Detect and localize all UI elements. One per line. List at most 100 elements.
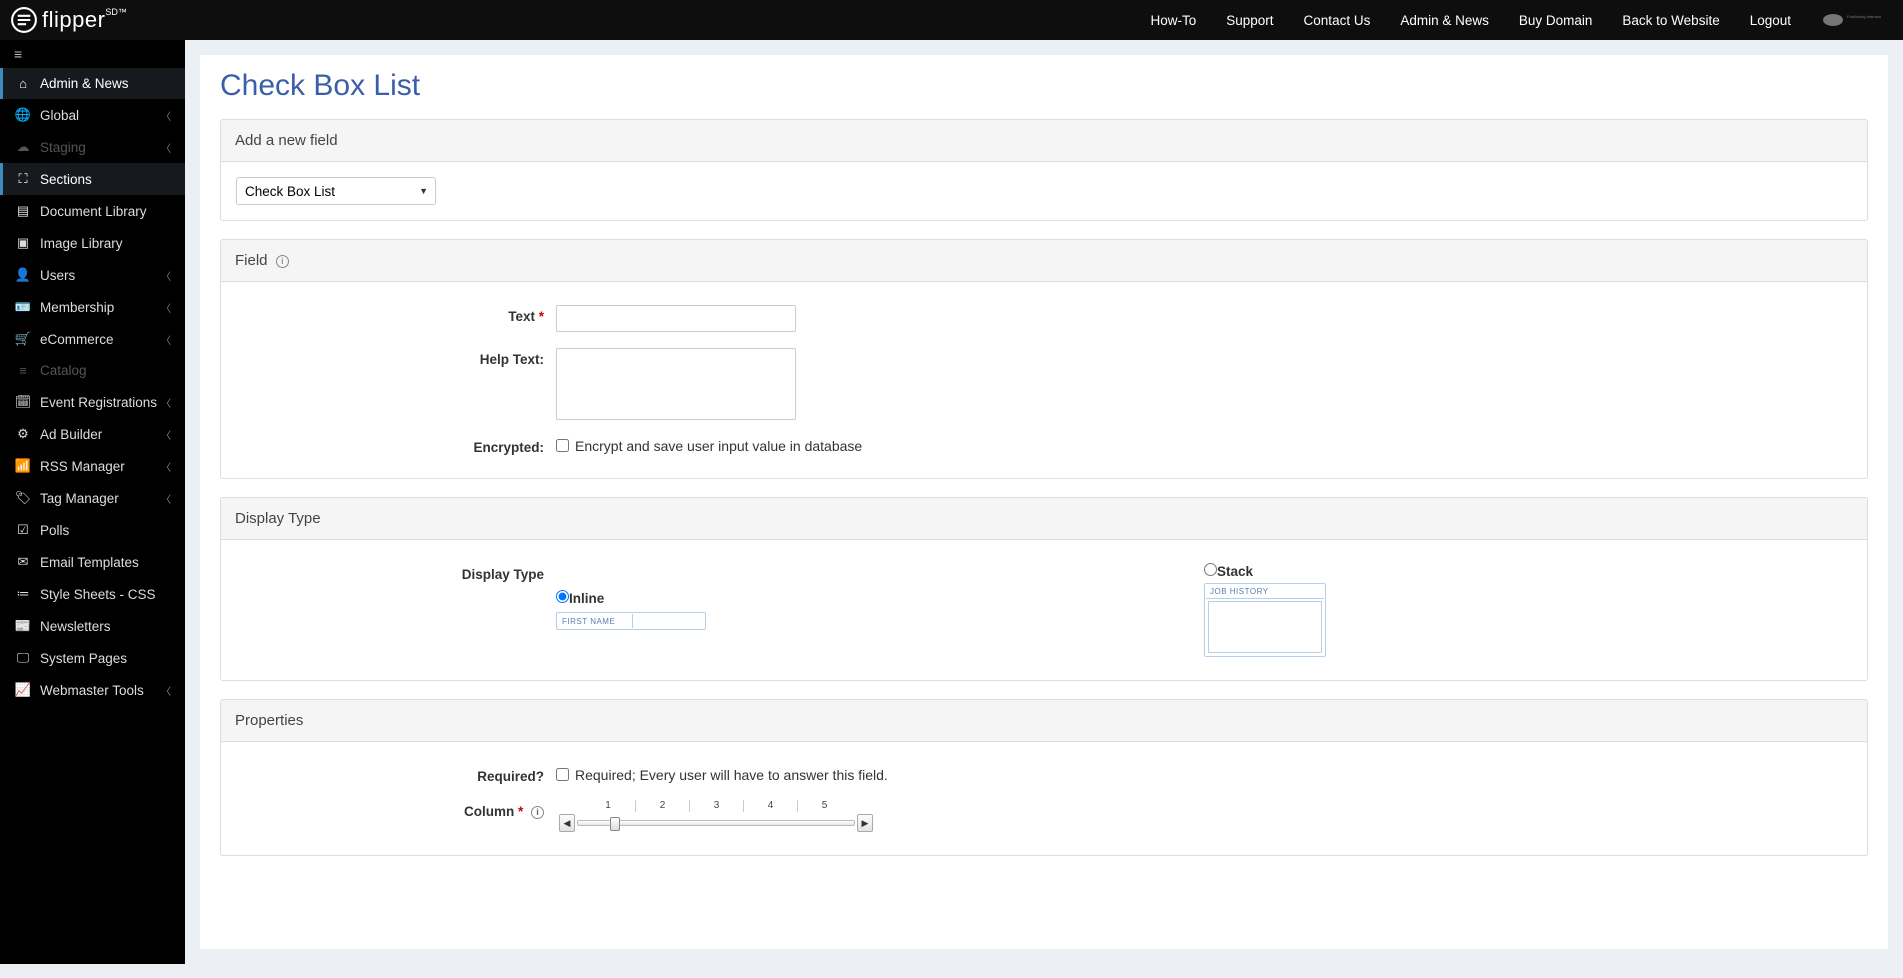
display-stack-radio[interactable] [1204,563,1217,576]
sidebar-item-label: Image Library [40,236,123,251]
chevron-left-icon: 〈 [161,683,171,698]
sidebar-item-image-library[interactable]: ▣ Image Library [0,227,185,259]
chevron-left-icon: 〈 [161,108,171,123]
sidebar-item-label: Webmaster Tools [40,683,144,698]
display-inline-option[interactable]: Inline [556,590,604,606]
sidebar-item-document-library[interactable]: ▤Document Library [0,195,185,227]
tag-icon: 🏷 [14,490,32,506]
sidebar-item-admin-news[interactable]: ⌂ Admin & News [0,68,185,99]
rss-icon: 📶 [14,458,32,474]
nav-back-to-website[interactable]: Back to Website [1622,13,1719,28]
encrypted-checkbox[interactable] [556,439,569,452]
sidebar-item-staging: ☁Staging〈 [0,131,185,163]
inline-preview-box [632,614,704,628]
slider-track[interactable] [577,820,855,826]
slider-left-button[interactable]: ◀ [559,814,575,832]
slider-right-button[interactable]: ▶ [857,814,873,832]
sidebar: ≡ ⌂Admin & News🌐Global〈☁Staging〈⛶Section… [0,40,185,964]
add-field-panel-head: Add a new field [221,120,1867,162]
column-slider: 1 2 3 4 5 ◀ ▶ [556,800,876,832]
chevron-left-icon: 〈 [161,395,171,410]
sidebar-item-event-registrations[interactable]: 🗓Event Registrations〈 [0,386,185,418]
sidebar-item-label: Style Sheets - CSS [40,587,156,602]
slider-handle[interactable] [610,817,620,831]
sidebar-item-membership[interactable]: 🪪Membership〈 [0,291,185,323]
sidebar-item-polls[interactable]: ☑ Polls [0,514,185,546]
sidebar-item-tag-manager[interactable]: 🏷Tag Manager〈 [0,482,185,514]
user-icon: 👤 [14,267,32,283]
sidebar-item-system-pages[interactable]: 🖵System Pages [0,642,185,674]
field-panel-head: Field i [221,240,1867,282]
brand-sup: SD™ [105,7,127,17]
sidebar-item-ad-builder[interactable]: ⚙Ad Builder〈 [0,418,185,450]
home-icon: ⌂ [14,76,32,91]
check-icon: ☑ [14,522,32,538]
properties-panel: Properties Required? Required; Every use… [220,699,1868,856]
sidebar-toggle[interactable]: ≡ [0,40,185,68]
top-nav-links: How-To Support Contact Us Admin & News B… [1150,10,1893,30]
nav-admin-news[interactable]: Admin & News [1400,13,1489,28]
sidebar-item-users[interactable]: 👤Users〈 [0,259,185,291]
sidebar-item-sections[interactable]: ⛶ Sections [0,163,185,195]
inline-preview: FIRST NAME [556,612,706,630]
sidebar-item-label: eCommerce [40,332,114,347]
sidebar-item-label: Global [40,108,79,123]
top-navbar: flipper SD™ How-To Support Contact Us Ad… [0,0,1903,40]
sidebar-item-label: Polls [40,523,69,538]
sidebar-item-webmaster-tools[interactable]: 📈Webmaster Tools〈 [0,674,185,706]
sidebar-item-label: Users [40,268,75,283]
sidebar-item-label: System Pages [40,651,127,666]
nav-contact[interactable]: Contact Us [1304,13,1371,28]
nav-support[interactable]: Support [1226,13,1273,28]
brand-icon [10,6,38,34]
sidebar-item-global[interactable]: 🌐 Global 〈 [0,99,185,131]
sidebar-item-label: Admin & News [40,76,129,91]
encrypted-text: Encrypt and save user input value in dat… [575,438,862,454]
nav-logout[interactable]: Logout [1750,13,1791,28]
nav-buy-domain[interactable]: Buy Domain [1519,13,1593,28]
display-stack-option[interactable]: Stack [1204,563,1253,579]
image-icon: ▣ [14,235,32,251]
help-text-input[interactable] [556,348,796,420]
list-icon: ≡ [14,363,32,378]
encrypted-label: Encrypted: [236,436,556,455]
stack-preview-label: JOB HISTORY [1206,585,1324,599]
chevron-left-icon: 〈 [161,140,171,155]
brand[interactable]: flipper SD™ [10,6,127,34]
sidebar-item-label: Sections [40,172,92,187]
display-inline-radio[interactable] [556,590,569,603]
required-text: Required; Every user will have to answer… [575,767,888,783]
sidebar-item-label: RSS Manager [40,459,125,474]
news-icon: 📰 [14,618,32,634]
sidebar-item-label: Newsletters [40,619,111,634]
help-text-label: Help Text: [236,348,556,420]
main-content: Check Box List Add a new field Check Box… [200,55,1888,949]
slider-ticks: 1 2 3 4 5 [581,800,851,814]
chevron-left-icon: 〈 [161,427,171,442]
chevron-left-icon: 〈 [161,459,171,474]
inline-preview-label: FIRST NAME [558,615,632,628]
sidebar-item-email-templates[interactable]: ✉Email Templates [0,546,185,578]
chevron-left-icon: 〈 [161,491,171,506]
sidebar-item-rss-manager[interactable]: 📶 RSS Manager 〈 [0,450,185,482]
field-type-select[interactable]: Check Box List [236,177,436,205]
file-icon: ▤ [14,203,32,219]
cal-icon: 🗓 [14,394,32,410]
display-type-panel: Display Type Display Type Inline FIRST N… [220,497,1868,681]
nav-howto[interactable]: How-To [1150,13,1196,28]
info-icon[interactable]: i [531,806,544,819]
sidebar-item-style-sheets-css[interactable]: ≔Style Sheets - CSS [0,578,185,610]
sidebar-item-newsletters[interactable]: 📰 Newsletters [0,610,185,642]
cloud-icon: ☁ [14,139,32,155]
page-title: Check Box List [220,55,1868,119]
globe-icon: 🌐 [14,107,32,123]
sidebar-item-label: Catalog [40,363,87,378]
field-panel-title: Field [235,252,268,269]
info-icon[interactable]: i [276,255,289,268]
text-input[interactable] [556,305,796,332]
required-label: Required? [236,765,556,784]
required-checkbox[interactable] [556,768,569,781]
sidebar-item-ecommerce[interactable]: 🛒eCommerce〈 [0,323,185,355]
th-icon: ⛶ [14,171,32,187]
add-field-panel: Add a new field Check Box List ▼ [220,119,1868,221]
